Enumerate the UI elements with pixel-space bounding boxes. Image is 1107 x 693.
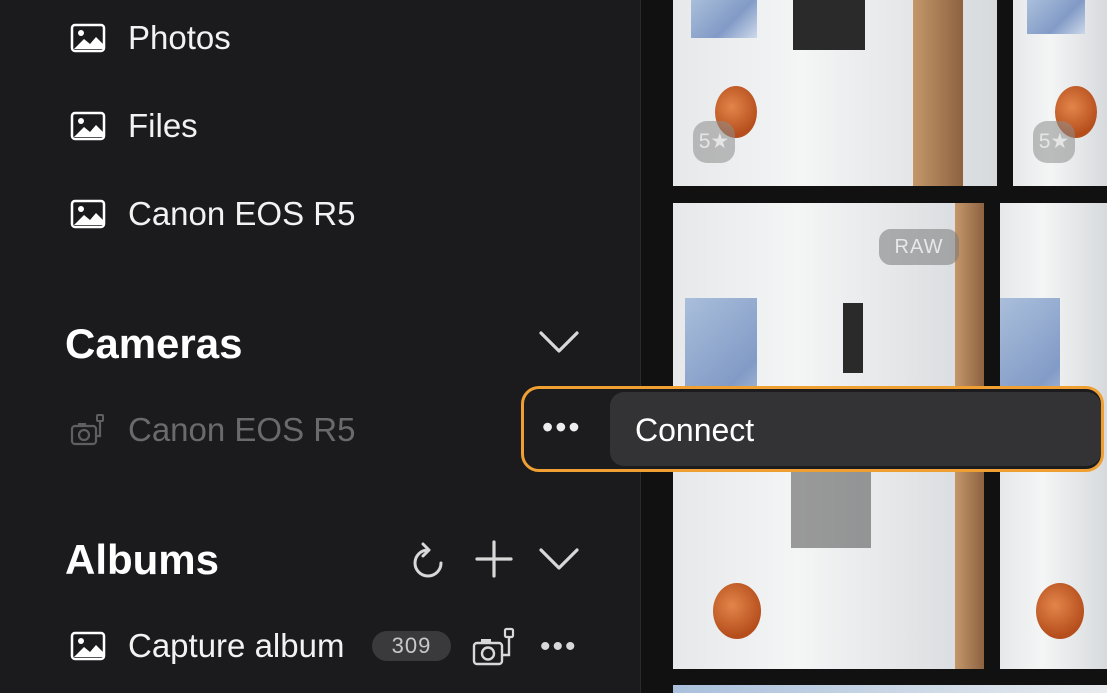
image-icon <box>70 199 106 229</box>
album-item-label: Capture album <box>128 627 345 664</box>
photo-grid: 5★ 5★ RAW <box>641 0 1107 693</box>
rating-badge: 5★ <box>693 121 735 163</box>
connect-button[interactable]: Connect <box>610 392 1101 466</box>
connect-label: Connect <box>635 412 755 448</box>
image-icon <box>70 631 106 661</box>
chevron-down-icon[interactable] <box>538 327 580 357</box>
camera-item-canon-eos-r5[interactable]: Canon EOS R5 <box>70 410 355 450</box>
album-more-button[interactable]: ••• <box>540 630 578 664</box>
photo-thumbnail[interactable]: 5★ <box>1013 0 1107 186</box>
sidebar-item-label: Canon EOS R5 <box>128 195 356 232</box>
sidebar-item-photos[interactable]: Photos <box>70 18 231 58</box>
rating-badge: 5★ <box>1033 121 1075 163</box>
chevron-down-icon[interactable] <box>538 544 580 574</box>
album-count-badge: 309 <box>372 631 451 661</box>
add-album-icon[interactable] <box>475 540 513 578</box>
more-options-button[interactable]: ••• <box>542 409 582 446</box>
sidebar-item-label: Files <box>128 107 198 144</box>
photo-thumbnail[interactable]: 5★ <box>673 0 997 186</box>
cameras-section-title: Cameras <box>65 320 243 367</box>
sidebar-item-canon-eos-r5[interactable]: Canon EOS R5 <box>70 194 355 234</box>
refresh-icon[interactable] <box>410 541 448 581</box>
albums-section-title: Albums <box>65 536 220 583</box>
sidebar: Photos Files Canon EOS R5 Cameras Canon … <box>0 0 641 693</box>
tethered-camera-icon <box>70 414 104 446</box>
album-item-capture-album[interactable]: Capture album <box>70 626 344 666</box>
raw-badge: RAW <box>879 229 959 265</box>
image-icon <box>70 111 106 141</box>
camera-item-label: Canon EOS R5 <box>128 411 356 448</box>
sidebar-item-files[interactable]: Files <box>70 106 198 146</box>
sidebar-item-label: Photos <box>128 19 231 56</box>
photo-thumbnail[interactable] <box>673 685 1107 693</box>
camera-actions-popup: ••• Connect <box>521 386 1104 472</box>
tethered-camera-icon[interactable] <box>471 627 517 669</box>
image-icon <box>70 23 106 53</box>
